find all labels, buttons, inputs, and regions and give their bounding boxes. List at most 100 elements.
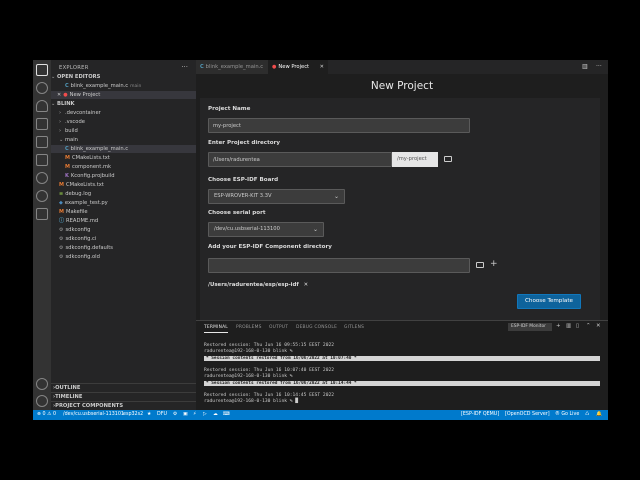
- manage-gear-icon[interactable]: [36, 395, 48, 407]
- remote-explorer-icon[interactable]: [36, 154, 48, 166]
- file-name: CMakeLists.txt: [65, 182, 104, 188]
- tab-gitlens[interactable]: GITLENS: [344, 325, 364, 330]
- bell-icon[interactable]: 🔔: [596, 410, 602, 420]
- open-editor-item[interactable]: Cblink_example_main.c main: [51, 82, 196, 90]
- source-control-icon[interactable]: [36, 100, 48, 112]
- file-item[interactable]: ≡ debug.log: [51, 190, 196, 198]
- file-name: blink_example_main.c: [70, 146, 129, 152]
- file-item[interactable]: ⚙ sdkconfig: [51, 226, 196, 234]
- more-actions-icon[interactable]: ···: [181, 63, 188, 71]
- file-name: sdkconfig: [65, 227, 91, 233]
- file-item[interactable]: M CMakeLists.txt: [51, 154, 196, 162]
- gear-icon[interactable]: ⚙: [173, 410, 177, 420]
- cloud-icon[interactable]: ☁: [213, 410, 218, 420]
- tab-output[interactable]: OUTPUT: [269, 325, 288, 330]
- extensions-icon[interactable]: [36, 136, 48, 148]
- terminal-icon[interactable]: ⌨: [223, 410, 230, 420]
- component-dir-input[interactable]: [208, 258, 470, 273]
- open-editors-header[interactable]: ⌄ OPEN EDITORS: [51, 73, 196, 81]
- m-file-icon: M: [65, 164, 70, 170]
- file-item[interactable]: ⚙ sdkconfig.old: [51, 253, 196, 261]
- g-file-icon: ≡: [59, 191, 64, 197]
- search-icon[interactable]: [36, 82, 48, 94]
- run-debug-icon[interactable]: [36, 118, 48, 130]
- file-item[interactable]: ⓘ README.md: [51, 217, 196, 225]
- md-file-icon: ⓘ: [59, 218, 65, 224]
- openocd-status[interactable]: [OpenOCD Server]: [505, 410, 550, 420]
- close-icon[interactable]: ✕: [596, 323, 601, 329]
- file-item[interactable]: K Kconfig.projbuild: [51, 172, 196, 180]
- target-status[interactable]: esp32s2: [123, 410, 143, 420]
- file-item[interactable]: Cblink_example_main.c: [51, 145, 196, 153]
- flash-mode-status[interactable]: DFU: [157, 410, 167, 420]
- folder-item[interactable]: ⌄ main: [51, 136, 196, 144]
- split-terminal-icon[interactable]: ▥: [566, 323, 571, 329]
- timeline-section[interactable]: ›TIMELINE: [51, 392, 196, 401]
- flash-icon[interactable]: ⚡: [193, 410, 196, 420]
- file-name: debug.log: [65, 191, 92, 197]
- outline-section[interactable]: ›OUTLINE: [51, 383, 196, 392]
- esp-idf-icon[interactable]: [36, 190, 48, 202]
- tab-debug-console[interactable]: DEBUG CONSOLE: [296, 325, 337, 330]
- terminal-line: radurentea@192-168-0-130 blink %: [204, 374, 293, 379]
- tab-new-project[interactable]: ● New Project ✕: [268, 60, 328, 74]
- outline-label: OUTLINE: [55, 385, 81, 391]
- terminal-line: radurentea@192-168-0-130 blink %: [204, 349, 293, 354]
- folder-item[interactable]: › .vscode: [51, 118, 196, 126]
- account-icon[interactable]: [36, 378, 48, 390]
- explorer-sidebar: EXPLORER ··· ⌄ OPEN EDITORS Cblink_exampl…: [51, 60, 196, 410]
- file-item[interactable]: ⚙ sdkconfig.defaults: [51, 244, 196, 252]
- chevron-up-icon[interactable]: ⌃: [586, 323, 591, 329]
- new-project-form: Project Name Enter Project directory /my…: [200, 98, 600, 320]
- file-item[interactable]: M CMakeLists.txt: [51, 181, 196, 189]
- file-item[interactable]: M Makefile: [51, 208, 196, 216]
- file-item[interactable]: Mcomponent.mk: [51, 163, 196, 171]
- board-select[interactable]: ESP-WROVER-KIT 3.3V ⌄: [208, 189, 345, 204]
- monitor-icon[interactable]: ▷: [203, 410, 207, 420]
- m-file-icon: M: [59, 182, 64, 188]
- file-name: Makefile: [65, 209, 88, 215]
- close-icon[interactable]: ✕: [304, 282, 309, 288]
- esp-idf-icon: ●: [272, 64, 277, 70]
- status-bar: ⊗ 0 ⚠ 0 /dev/cu.usbserial-113101 esp32s2…: [33, 410, 608, 420]
- folder-item[interactable]: › build: [51, 127, 196, 135]
- go-live-button[interactable]: ® Go Live: [555, 410, 579, 420]
- m-file-icon: M: [59, 209, 64, 215]
- project-components-section[interactable]: ›PROJECT COMPONENTS: [51, 401, 196, 410]
- files-icon[interactable]: [36, 64, 48, 76]
- feedback-icon[interactable]: ♺: [585, 410, 589, 420]
- directory-input[interactable]: [208, 152, 392, 167]
- project-name-input[interactable]: [208, 118, 470, 133]
- c-file-icon: C: [65, 146, 69, 152]
- choose-template-button[interactable]: Choose Template: [517, 294, 581, 309]
- terminal-selector[interactable]: ESP-IDF Monitor: [508, 323, 552, 331]
- serial-port-select[interactable]: /dev/cu.usbserial-113100 ⌄: [208, 222, 324, 237]
- testing-icon[interactable]: [36, 172, 48, 184]
- build-icon[interactable]: ▣: [183, 410, 188, 420]
- qemu-status[interactable]: [ESP-IDF QEMU]: [461, 410, 499, 420]
- more-actions-icon[interactable]: ···: [596, 60, 602, 74]
- folder-icon[interactable]: [444, 156, 452, 162]
- serial-port-status[interactable]: /dev/cu.usbserial-113101: [63, 410, 124, 420]
- file-item[interactable]: ⚙ sdkconfig.ci: [51, 235, 196, 243]
- problems-status[interactable]: ⊗ 0 ⚠ 0: [37, 410, 56, 420]
- docker-icon[interactable]: [36, 208, 48, 220]
- tab-blink-example-main[interactable]: Cblink_example_main.c: [196, 60, 268, 74]
- trash-icon[interactable]: ▯: [576, 323, 579, 329]
- add-terminal-icon[interactable]: +: [556, 323, 561, 329]
- workspace-header[interactable]: ⌄ BLINK: [51, 100, 196, 108]
- tab-terminal[interactable]: TERMINAL: [204, 325, 228, 333]
- file-item[interactable]: ◆ example_test.py: [51, 199, 196, 207]
- folder-item[interactable]: › .devcontainer: [51, 109, 196, 117]
- star-icon[interactable]: ★: [147, 410, 151, 420]
- directory-label: Enter Project directory: [208, 140, 281, 146]
- split-editor-icon[interactable]: ▥: [582, 60, 588, 74]
- folder-icon[interactable]: [476, 262, 484, 268]
- tab-problems[interactable]: PROBLEMS: [236, 325, 262, 330]
- file-name: README.md: [66, 218, 99, 224]
- board-select-value: ESP-WROVER-KIT 3.3V: [214, 193, 272, 199]
- close-icon[interactable]: ✕: [320, 60, 324, 74]
- add-icon[interactable]: +: [490, 260, 498, 269]
- close-icon[interactable]: ✕: [57, 91, 61, 99]
- open-editor-item[interactable]: ✕ ● New Project: [51, 91, 196, 99]
